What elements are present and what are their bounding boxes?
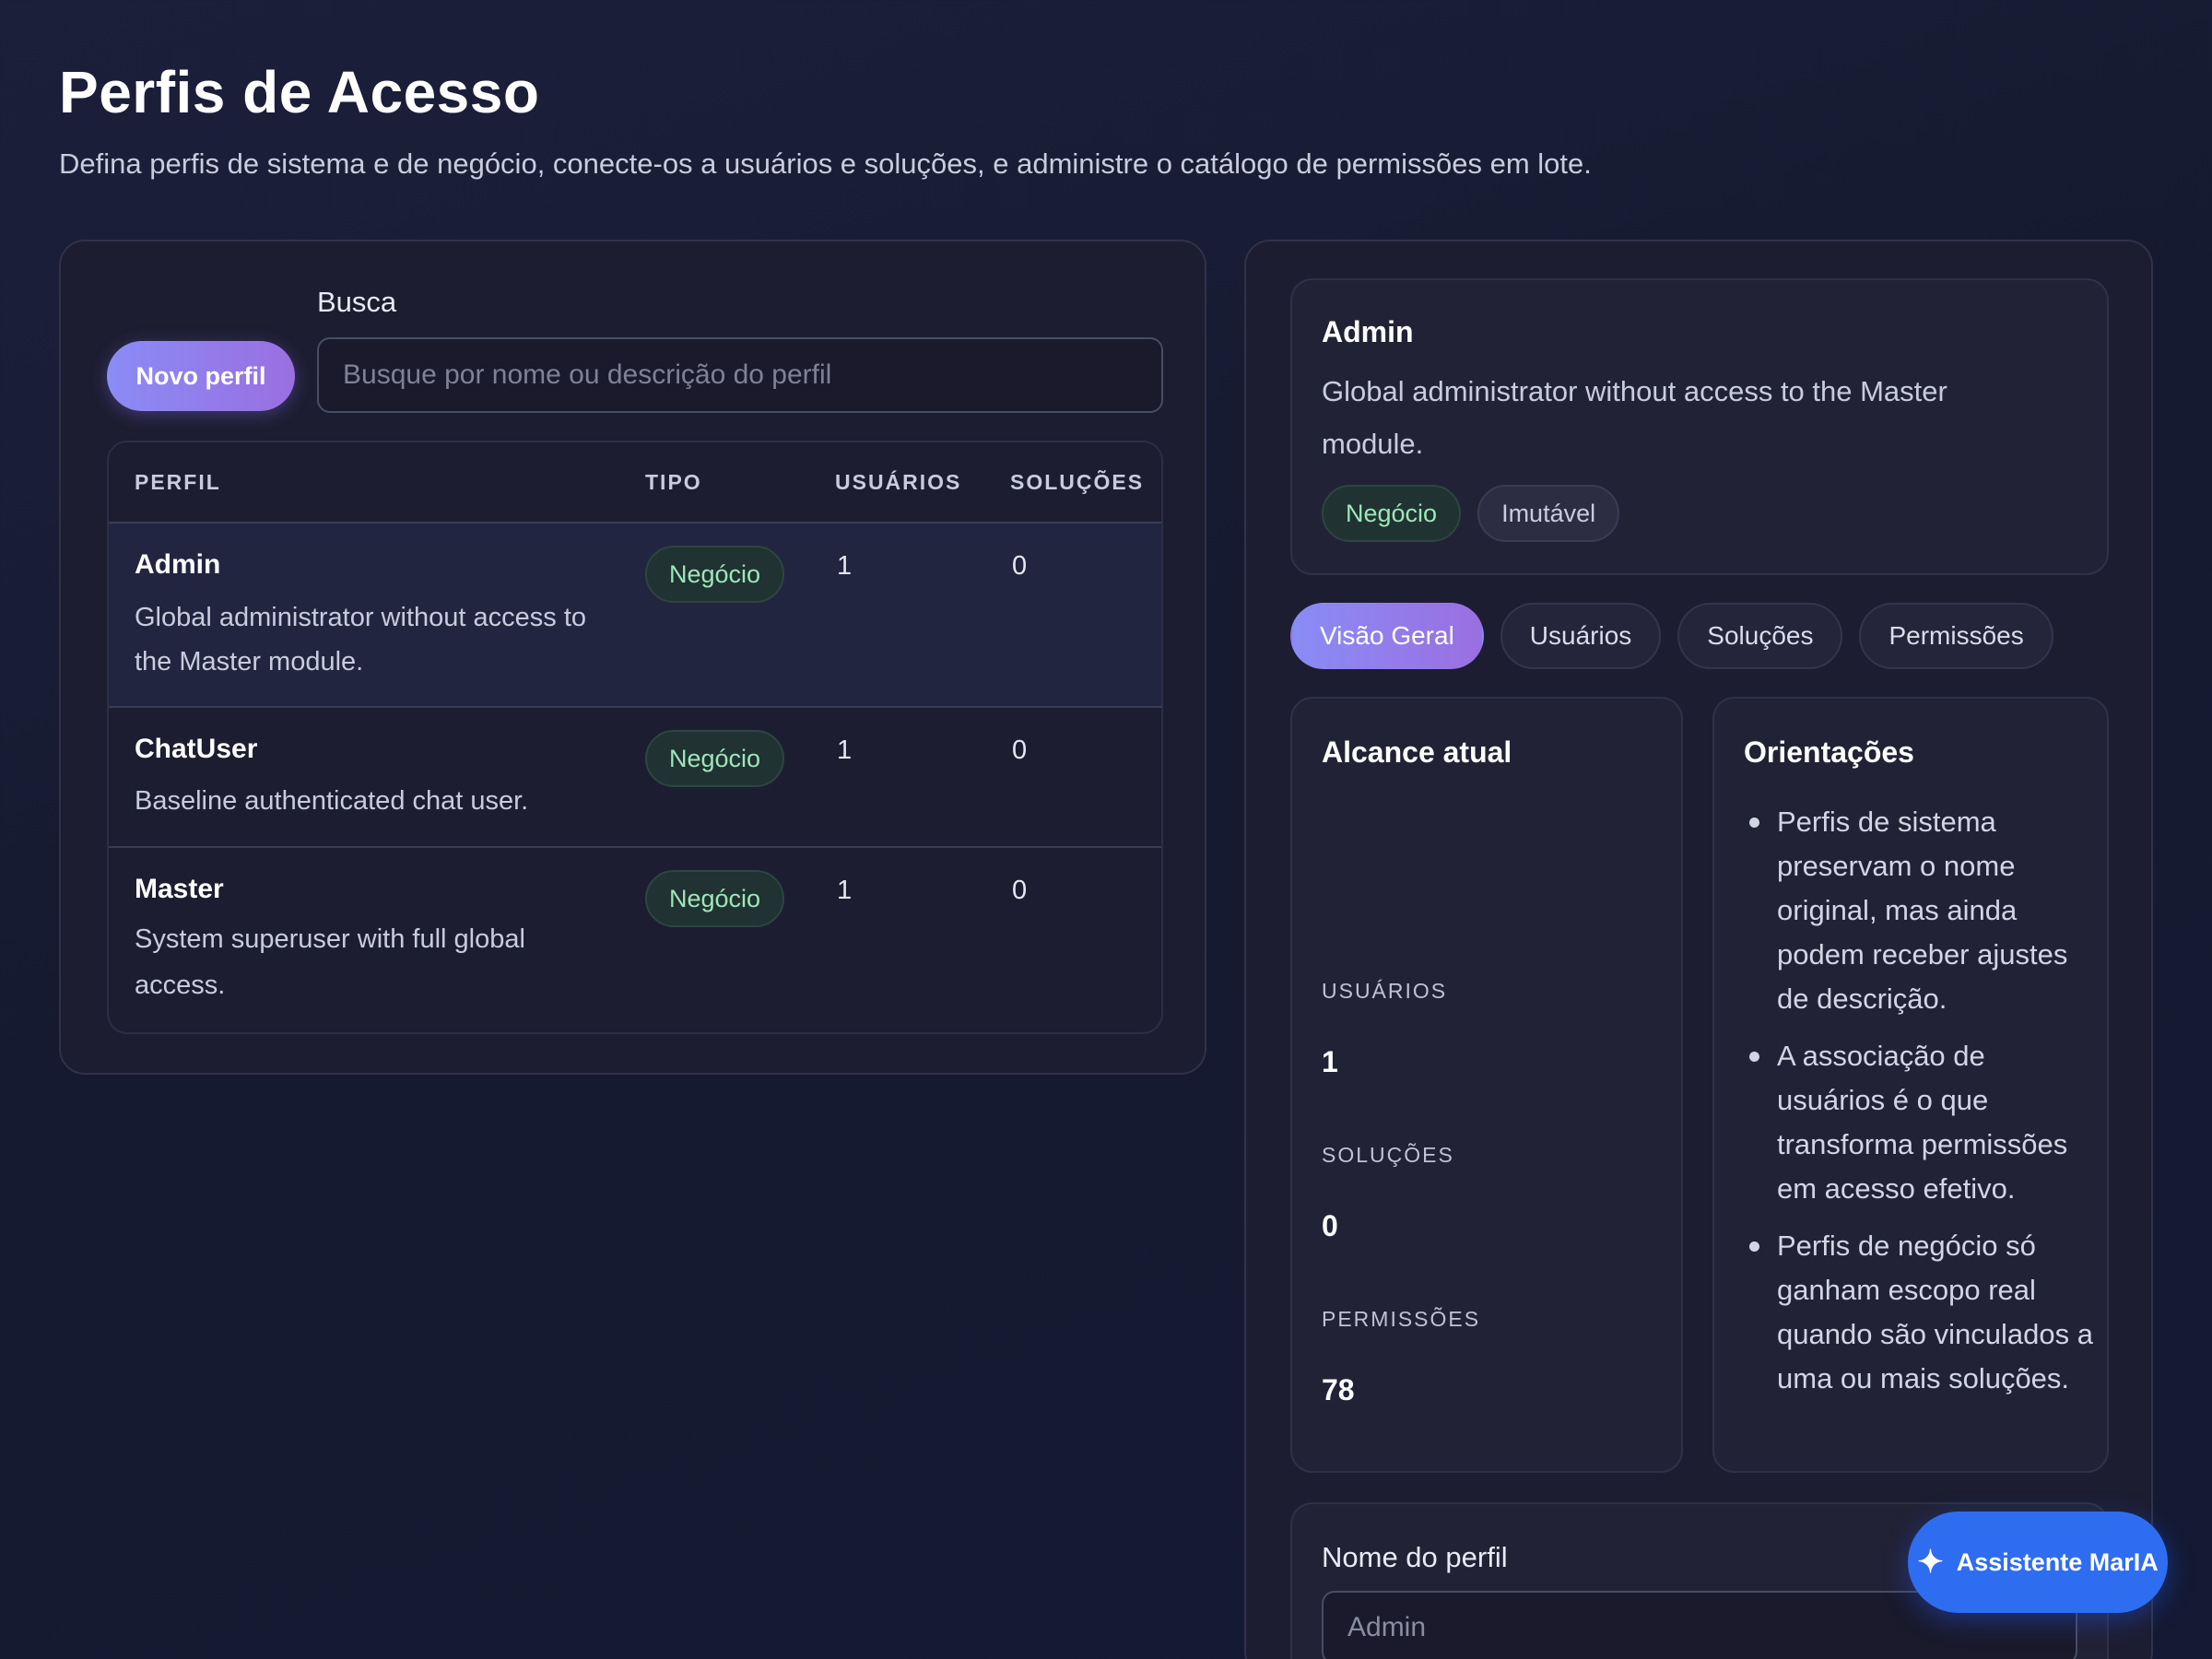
- tab-permissions[interactable]: Permissões: [1859, 603, 2053, 669]
- users-count: 1: [837, 551, 853, 581]
- search-label: Busca: [317, 286, 397, 318]
- detail-profile-name: Admin: [1322, 315, 1414, 348]
- solutions-count: 0: [1012, 876, 1028, 905]
- detail-profile-description: Global administrator without access to t…: [1322, 375, 1947, 460]
- type-badge: Negócio: [645, 870, 785, 927]
- users-stat-value: 1: [1322, 1045, 1338, 1078]
- profile-detail-panel: Admin Global administrator without acces…: [1244, 240, 2153, 1659]
- tab-overview[interactable]: Visão Geral: [1290, 603, 1484, 669]
- guidance-title: Orientações: [1744, 735, 1914, 769]
- list-item: Perfis de sistema preservam o nome origi…: [1746, 800, 2096, 1021]
- table-row[interactable]: Admin Global administrator without acces…: [109, 524, 1161, 708]
- profile-description: Global administrator without access to t…: [135, 603, 586, 677]
- current-reach-card: Alcance atual USUÁRIOS 1 SOLUÇÕES 0 PERM…: [1290, 697, 1683, 1473]
- immutable-badge: Imutável: [1477, 485, 1620, 542]
- permissions-stat-value: 78: [1322, 1373, 1355, 1406]
- profile-description: System superuser with full global access…: [135, 924, 525, 1000]
- users-stat-label: USUÁRIOS: [1322, 979, 1448, 1003]
- column-header-users: USUÁRIOS: [835, 470, 962, 494]
- tab-users[interactable]: Usuários: [1500, 603, 1662, 669]
- profile-name-label: Nome do perfil: [1322, 1541, 1508, 1573]
- table-row[interactable]: ChatUser Baseline authenticated chat use…: [109, 708, 1161, 848]
- profile-name: Admin: [135, 549, 221, 580]
- solutions-stat-value: 0: [1322, 1209, 1338, 1242]
- list-item: A associação de usuários é o que transfo…: [1746, 1034, 2096, 1211]
- search-input[interactable]: [317, 337, 1163, 413]
- permissions-stat-label: PERMISSÕES: [1322, 1307, 1481, 1331]
- profile-list-panel: Busca Novo perfil PERFIL TIPO USUÁRIOS S…: [59, 240, 1206, 1075]
- solutions-count: 0: [1012, 551, 1028, 581]
- table-row[interactable]: Master System superuser with full global…: [109, 848, 1161, 1032]
- column-header-profile: PERFIL: [135, 470, 221, 494]
- detail-badges: Negócio Imutável: [1322, 485, 1620, 542]
- table-header: PERFIL TIPO USUÁRIOS SOLUÇÕES: [109, 442, 1161, 524]
- detail-tabs: Visão Geral Usuários Soluções Permissões: [1290, 603, 2053, 669]
- assistant-label: Assistente MarIA: [1956, 1547, 2159, 1576]
- profile-table: PERFIL TIPO USUÁRIOS SOLUÇÕES Admin Glob…: [107, 441, 1163, 1034]
- list-item: Perfis de negócio só ganham escopo real …: [1746, 1224, 2096, 1401]
- profile-summary-card: Admin Global administrator without acces…: [1290, 278, 2109, 575]
- profile-name: ChatUser: [135, 734, 258, 764]
- users-count: 1: [837, 735, 853, 765]
- type-badge: Negócio: [645, 730, 785, 787]
- page-title: Perfis de Acesso: [59, 59, 540, 125]
- page: Perfis de Acesso Defina perfis de sistem…: [59, 55, 2153, 1659]
- column-header-solutions: SOLUÇÕES: [1010, 470, 1145, 494]
- profile-name: Master: [135, 874, 224, 904]
- guidance-list: Perfis de sistema preservam o nome origi…: [1746, 800, 2096, 1414]
- sparkle-icon: ✦: [1917, 1545, 1944, 1580]
- solutions-count: 0: [1012, 735, 1028, 765]
- column-header-type: TIPO: [645, 470, 702, 494]
- guidance-card: Orientações Perfis de sistema preservam …: [1712, 697, 2109, 1473]
- tab-solutions[interactable]: Soluções: [1677, 603, 1843, 669]
- profile-description: Baseline authenticated chat user.: [135, 786, 529, 816]
- reach-title: Alcance atual: [1322, 735, 1512, 769]
- type-badge: Negócio: [645, 546, 785, 603]
- page-subtitle: Defina perfis de sistema e de negócio, c…: [59, 147, 1592, 180]
- new-profile-button[interactable]: Novo perfil: [107, 341, 295, 411]
- assistant-button[interactable]: ✦ Assistente MarIA: [1908, 1512, 2168, 1613]
- solutions-stat-label: SOLUÇÕES: [1322, 1143, 1454, 1167]
- type-badge: Negócio: [1322, 485, 1462, 542]
- users-count: 1: [837, 876, 853, 905]
